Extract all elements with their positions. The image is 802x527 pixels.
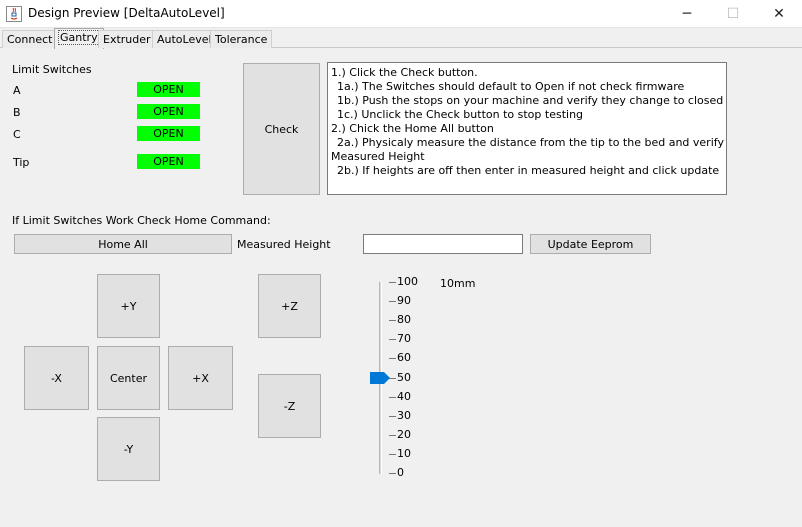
slider-tick: [389, 473, 396, 474]
jog-plus-x-button[interactable]: +X: [168, 346, 233, 410]
jog-minus-y-button[interactable]: -Y: [97, 417, 160, 481]
slider-tick-label: 90: [397, 294, 411, 307]
slider-tick-label: 60: [397, 351, 411, 364]
slider-tick: [389, 358, 396, 359]
instruction-line: 2.) Chick the Home All button: [331, 122, 494, 135]
slider-tick-label: 70: [397, 332, 411, 345]
switch-a-label: A: [13, 84, 21, 97]
instruction-line: 1b.) Push the stops on your machine and …: [337, 94, 724, 107]
slider-tick-label: 10: [397, 447, 411, 460]
slider-thumb[interactable]: [370, 372, 390, 384]
slider-tick: [389, 320, 396, 321]
slider-tick: [389, 301, 396, 302]
slider-tick: [389, 435, 396, 436]
home-command-heading: If Limit Switches Work Check Home Comman…: [12, 214, 271, 227]
switch-tip-label: Tip: [13, 156, 30, 169]
window-title: Design Preview [DeltaAutoLevel]: [28, 6, 225, 20]
switch-a-status: OPEN: [137, 82, 200, 97]
step-size-label: 10mm: [440, 277, 476, 290]
slider-tick: [389, 454, 396, 455]
switch-b-label: B: [13, 106, 21, 119]
measured-height-label: Measured Height: [237, 238, 331, 251]
maximize-icon: ☐: [726, 6, 740, 22]
switch-c-status: OPEN: [137, 126, 200, 141]
minimize-button[interactable]: ─: [664, 0, 710, 28]
title-bar: Design Preview [DeltaAutoLevel] ─ ☐ ✕: [0, 0, 802, 28]
minimize-icon: ─: [682, 6, 692, 22]
home-all-button[interactable]: Home All: [14, 234, 232, 254]
slider-tick: [389, 378, 396, 379]
maximize-button[interactable]: ☐: [710, 0, 756, 28]
jog-minus-z-button[interactable]: -Z: [258, 374, 321, 438]
measured-height-input[interactable]: [363, 234, 523, 254]
jog-plus-y-button[interactable]: +Y: [97, 274, 160, 338]
jog-minus-x-button[interactable]: -X: [24, 346, 89, 410]
tab-extruder[interactable]: Extruder: [98, 30, 156, 48]
slider-tick-label: 40: [397, 390, 411, 403]
limit-switches-heading: Limit Switches: [12, 63, 92, 76]
tab-gantry[interactable]: Gantry: [54, 28, 104, 49]
instruction-line: Measured Height: [331, 150, 425, 163]
instruction-line: 2a.) Physicaly measure the distance from…: [337, 136, 724, 149]
slider-tick-label: 20: [397, 428, 411, 441]
slider-tick: [389, 282, 396, 283]
tab-bar: Connect Gantry Extruder AutoLevel Tolera…: [0, 28, 802, 49]
switch-tip-status: OPEN: [137, 154, 200, 169]
java-app-icon: [6, 6, 22, 22]
update-eeprom-button[interactable]: Update Eeprom: [530, 234, 651, 254]
instruction-line: 1a.) The Switches should default to Open…: [337, 80, 685, 93]
check-button[interactable]: Check: [243, 63, 320, 195]
jog-plus-z-button[interactable]: +Z: [258, 274, 321, 338]
close-button[interactable]: ✕: [756, 0, 802, 28]
instruction-line: 2b.) If heights are off then enter in me…: [337, 164, 720, 177]
jog-center-button[interactable]: Center: [97, 346, 160, 410]
instruction-line: 1c.) Unclick the Check button to stop te…: [337, 108, 584, 121]
close-icon: ✕: [773, 6, 785, 22]
instruction-line: 1.) Click the Check button.: [331, 66, 478, 79]
slider-tick: [389, 339, 396, 340]
tab-connect[interactable]: Connect: [2, 30, 58, 48]
slider-tick-label: 80: [397, 313, 411, 326]
slider-tick: [389, 397, 396, 398]
instructions-textarea[interactable]: 1.) Click the Check button. 1a.) The Swi…: [327, 62, 727, 195]
tab-tolerance[interactable]: Tolerance: [210, 30, 273, 48]
slider-tick: [389, 416, 396, 417]
slider-tick-label: 50: [397, 371, 411, 384]
slider-tick-label: 100: [397, 275, 418, 288]
slider-tick-label: 30: [397, 409, 411, 422]
switch-b-status: OPEN: [137, 104, 200, 119]
switch-c-label: C: [13, 128, 21, 141]
tab-autolevel[interactable]: AutoLevel: [152, 30, 217, 48]
slider-tick-label: 0: [397, 466, 404, 479]
